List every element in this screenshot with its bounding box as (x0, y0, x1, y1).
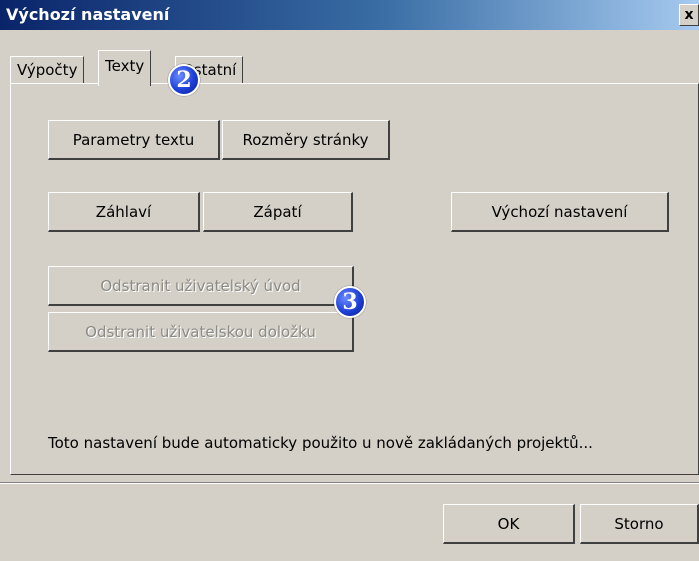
ok-button[interactable]: OK (443, 504, 575, 544)
cancel-button[interactable]: Storno (580, 504, 699, 544)
tab-texty[interactable]: Texty (98, 50, 152, 86)
callout-badge-2: 2 (168, 64, 200, 96)
window-title: Výchozí nastavení (6, 5, 170, 24)
page-size-button[interactable]: Rozměry stránky (222, 120, 390, 160)
remove-clause-button[interactable]: Odstranit uživatelskou doložku (48, 312, 354, 352)
callout-badge-3: 3 (334, 286, 366, 318)
title-bar[interactable]: Výchozí nastavení x (0, 0, 699, 30)
remove-intro-button[interactable]: Odstranit uživatelský úvod (48, 266, 354, 306)
close-icon: x (684, 7, 694, 23)
header-button[interactable]: Záhlaví (48, 192, 200, 232)
close-button[interactable]: x (679, 4, 699, 26)
footer-button[interactable]: Zápatí (203, 192, 353, 232)
tab-vypocty[interactable]: Výpočty (10, 56, 85, 84)
dialog-window: Výchozí nastavení x Výpočty Texty Ostatn… (0, 0, 699, 561)
info-text: Toto nastavení bude automaticky použito … (48, 434, 593, 452)
text-params-button[interactable]: Parametry textu (48, 120, 220, 160)
defaults-button[interactable]: Výchozí nastavení (451, 192, 669, 232)
divider (0, 482, 699, 484)
